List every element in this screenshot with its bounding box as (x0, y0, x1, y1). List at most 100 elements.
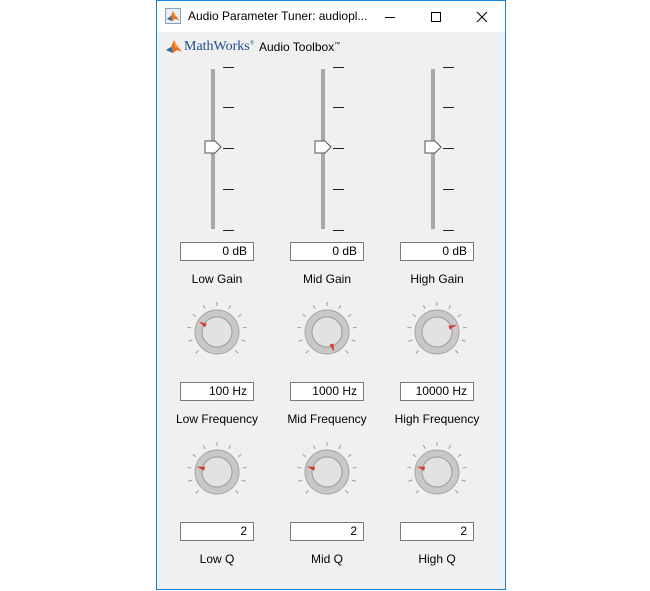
knob-tick (312, 305, 316, 310)
knob-cap (421, 456, 453, 488)
knob-tick (338, 445, 342, 450)
slider-tick (333, 148, 344, 149)
knob-tick (242, 466, 247, 469)
knob-tick (462, 326, 467, 329)
knob-tick (237, 313, 242, 318)
high-frequency-knob[interactable] (405, 300, 469, 364)
knob-cap (311, 456, 343, 488)
maximize-icon (431, 12, 441, 22)
knob-tick (408, 479, 413, 482)
knob-tick (412, 313, 417, 318)
slider-tick (333, 189, 344, 190)
knob-tick (202, 305, 206, 310)
knob-tick (237, 453, 242, 458)
knob-tick (448, 305, 452, 310)
knob-tick (188, 339, 193, 342)
mid-frequency-value-field[interactable]: 1000 Hz (290, 382, 364, 401)
mid-gain-slider[interactable] (300, 66, 360, 234)
minimize-icon (385, 17, 395, 18)
high-gain-label: High Gain (410, 272, 464, 286)
title-bar[interactable]: Audio Parameter Tuner: audiopl... (157, 1, 505, 32)
mid-q-knob[interactable] (295, 440, 359, 504)
high-gain-slider[interactable] (410, 66, 470, 234)
knob-tick (192, 313, 197, 318)
slider-tick (223, 107, 234, 108)
knob-tick (241, 479, 246, 482)
knob-tick (415, 350, 419, 354)
slider-tick (333, 107, 344, 108)
knob-tick (351, 339, 356, 342)
matlab-app-icon (165, 8, 181, 24)
slider-tick (333, 67, 344, 68)
close-button[interactable] (459, 1, 505, 32)
mid-gain-value-field[interactable]: 0 dB (290, 242, 364, 261)
maximize-button[interactable] (413, 1, 459, 32)
knob-tick (195, 490, 199, 494)
high-frequency-label: High Frequency (394, 412, 480, 426)
rotary-knob-dial (407, 442, 467, 495)
knob-tick (345, 490, 349, 494)
minimize-button[interactable] (367, 1, 413, 32)
knob-tick (448, 445, 452, 450)
knob-tick (188, 479, 193, 482)
slider-tick (223, 189, 234, 190)
mid-q-value-field[interactable]: 2 (290, 522, 364, 541)
slider-thumb[interactable] (424, 140, 442, 154)
knob-tick (312, 445, 316, 450)
knob-tick (408, 339, 413, 342)
low-frequency-value-field[interactable]: 100 Hz (180, 382, 254, 401)
knob-cap (201, 456, 233, 488)
mid-q-label: Mid Q (310, 552, 343, 566)
slider-tick (443, 107, 454, 108)
knob-tick (297, 326, 302, 329)
knob-tick (407, 466, 412, 469)
slider-tick (443, 230, 454, 231)
slider-tick (223, 148, 234, 149)
mid-gain-label: Mid Gain (302, 272, 352, 286)
low-frequency-label: Low Frequency (175, 412, 259, 426)
window-title: Audio Parameter Tuner: audiopl... (188, 9, 368, 23)
knob-tick (461, 479, 466, 482)
knob-tick (412, 453, 417, 458)
low-frequency-knob[interactable] (185, 300, 249, 364)
mathworks-logo-icon (165, 38, 183, 56)
low-q-label: Low Q (199, 552, 235, 566)
audio-parameter-tuner-window: Audio Parameter Tuner: audiopl... MathWo… (156, 0, 506, 590)
knob-tick (235, 350, 239, 354)
knob-tick (297, 466, 302, 469)
knob-tick (228, 305, 232, 310)
knob-tick (422, 445, 426, 450)
knob-tick (192, 453, 197, 458)
low-gain-value-field[interactable]: 0 dB (180, 242, 254, 261)
low-q-value-field[interactable]: 2 (180, 522, 254, 541)
knob-tick (457, 313, 462, 318)
low-gain-slider[interactable] (190, 66, 250, 234)
high-q-knob[interactable] (405, 440, 469, 504)
knob-tick (298, 479, 303, 482)
low-gain-label: Low Gain (191, 272, 243, 286)
slider-thumb[interactable] (204, 140, 222, 154)
knob-tick (457, 453, 462, 458)
knob-tick (235, 490, 239, 494)
knob-tick (345, 350, 349, 354)
slider-thumb[interactable] (314, 140, 332, 154)
knob-cap (201, 316, 233, 348)
knob-tick (352, 326, 357, 329)
slider-tick (223, 230, 234, 231)
slider-tick (223, 67, 234, 68)
high-q-label: High Q (418, 552, 456, 566)
high-gain-value-field[interactable]: 0 dB (400, 242, 474, 261)
high-frequency-value-field[interactable]: 10000 Hz (400, 382, 474, 401)
knob-tick (422, 305, 426, 310)
knob-cap (421, 316, 453, 348)
mid-frequency-knob[interactable] (295, 300, 359, 364)
knob-tick (351, 479, 356, 482)
knob-tick (347, 313, 352, 318)
knob-tick (455, 490, 459, 494)
slider-tick (333, 230, 344, 231)
high-q-value-field[interactable]: 2 (400, 522, 474, 541)
knob-tick (187, 326, 192, 329)
slider-tick (443, 148, 454, 149)
mid-frequency-label: Mid Frequency (287, 412, 367, 426)
low-q-knob[interactable] (185, 440, 249, 504)
